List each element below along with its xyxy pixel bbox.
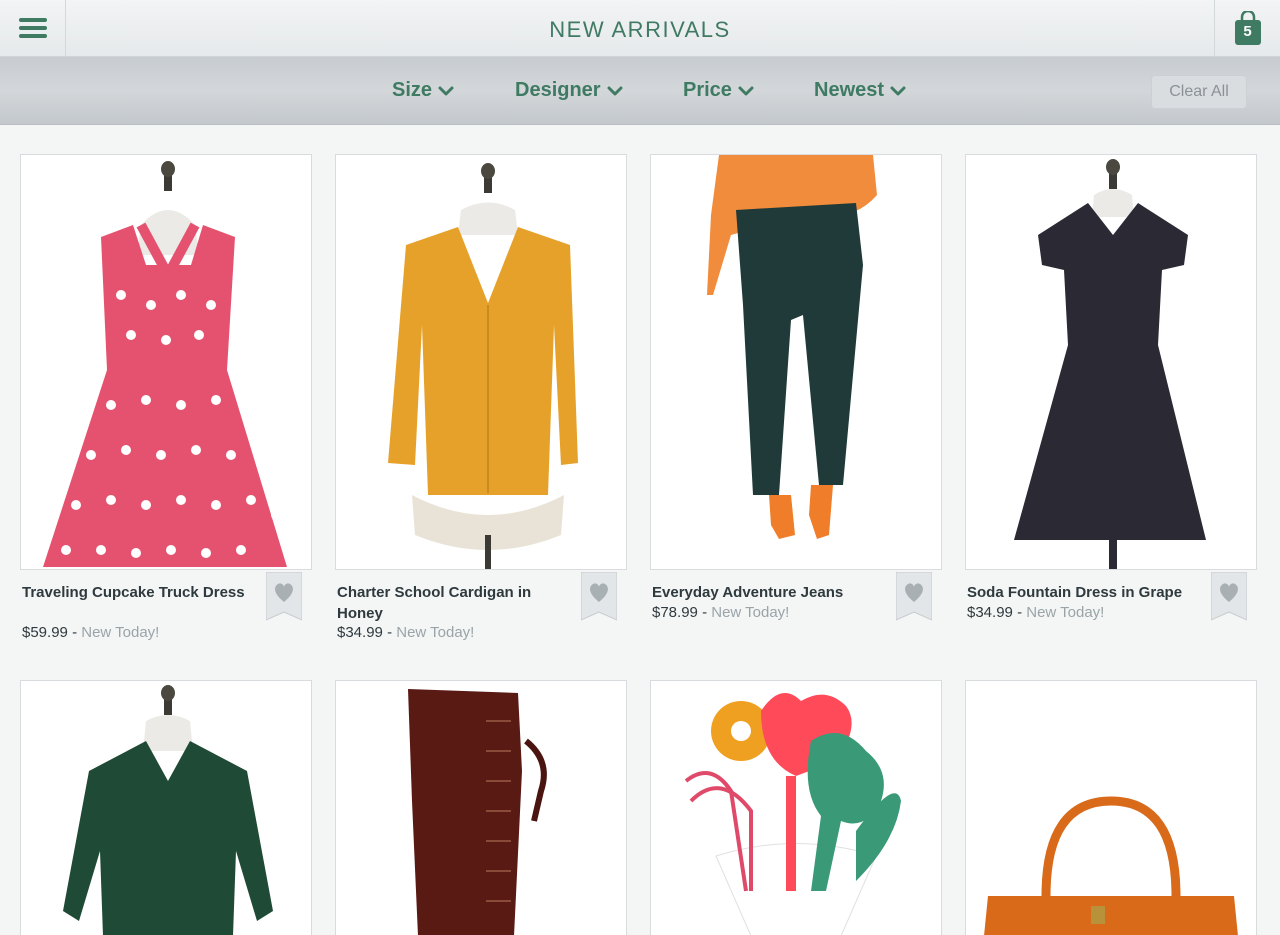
heart-ribbon-icon xyxy=(266,572,302,622)
product-image-pink-polka-dot-dress[interactable] xyxy=(20,154,312,570)
filter-label: Designer xyxy=(515,79,601,101)
heart-ribbon-icon xyxy=(1211,572,1247,622)
new-tag: New Today! xyxy=(81,624,160,641)
filter-bar: Size Designer Price Newest Clear All xyxy=(0,57,1280,125)
shopping-bag-icon: 5 xyxy=(1234,11,1261,45)
product-name[interactable]: Soda Fountain Dress in Grape xyxy=(967,582,1207,603)
filter-label: Size xyxy=(392,79,433,101)
filter-price[interactable]: Price xyxy=(683,79,754,102)
new-tag: New Today! xyxy=(711,604,790,621)
heart-ribbon-icon xyxy=(896,572,932,622)
product-image-orange-handbag[interactable] xyxy=(965,680,1257,935)
product-image-black-dress[interactable] xyxy=(965,154,1257,570)
new-tag: New Today! xyxy=(1026,604,1105,621)
product-name[interactable]: Traveling Cupcake Truck Dress xyxy=(22,582,252,603)
product-name[interactable]: Everyday Adventure Jeans xyxy=(652,582,882,603)
product-price: $34.99 xyxy=(337,624,383,641)
product-price-line: $78.99 - New Today! xyxy=(652,604,790,621)
top-bar: NEW ARRIVALS 5 xyxy=(0,0,1280,57)
heart-ribbon-icon xyxy=(581,572,617,622)
cart-count-badge: 5 xyxy=(1243,23,1252,40)
product-image-dark-green-jeans[interactable] xyxy=(650,154,942,570)
product-name[interactable]: Charter School Cardigan in Honey xyxy=(337,582,567,624)
filter-size[interactable]: Size xyxy=(392,79,454,102)
product-price: $59.99 xyxy=(22,624,68,641)
page-title: NEW ARRIVALS xyxy=(549,17,731,42)
clear-all-button[interactable]: Clear All xyxy=(1151,75,1247,109)
chevron-down-icon xyxy=(884,86,906,96)
product-price-line: $34.99 - New Today! xyxy=(337,624,475,641)
filter-newest[interactable]: Newest xyxy=(814,79,906,102)
filter-designer[interactable]: Designer xyxy=(515,79,623,102)
product-price: $34.99 xyxy=(967,604,1013,621)
product-price: $78.99 xyxy=(652,604,698,621)
product-price-line: $59.99 - New Today! xyxy=(22,624,160,641)
chevron-down-icon xyxy=(432,86,454,96)
product-image-mustard-cardigan[interactable] xyxy=(335,154,627,570)
product-image-kitchen-utensils[interactable] xyxy=(650,680,942,935)
product-image-green-blouse[interactable] xyxy=(20,680,312,935)
chevron-down-icon xyxy=(732,86,754,96)
filter-label: Price xyxy=(683,79,732,101)
filter-label: Newest xyxy=(814,79,885,101)
favorite-button[interactable] xyxy=(266,572,302,622)
favorite-button[interactable] xyxy=(896,572,932,622)
cart-button[interactable]: 5 xyxy=(1214,0,1280,56)
product-image-brown-lace-up-boot[interactable] xyxy=(335,680,627,935)
favorite-button[interactable] xyxy=(1211,572,1247,622)
favorite-button[interactable] xyxy=(581,572,617,622)
new-tag: New Today! xyxy=(396,624,475,641)
chevron-down-icon xyxy=(601,86,623,96)
product-price-line: $34.99 - New Today! xyxy=(967,604,1105,621)
